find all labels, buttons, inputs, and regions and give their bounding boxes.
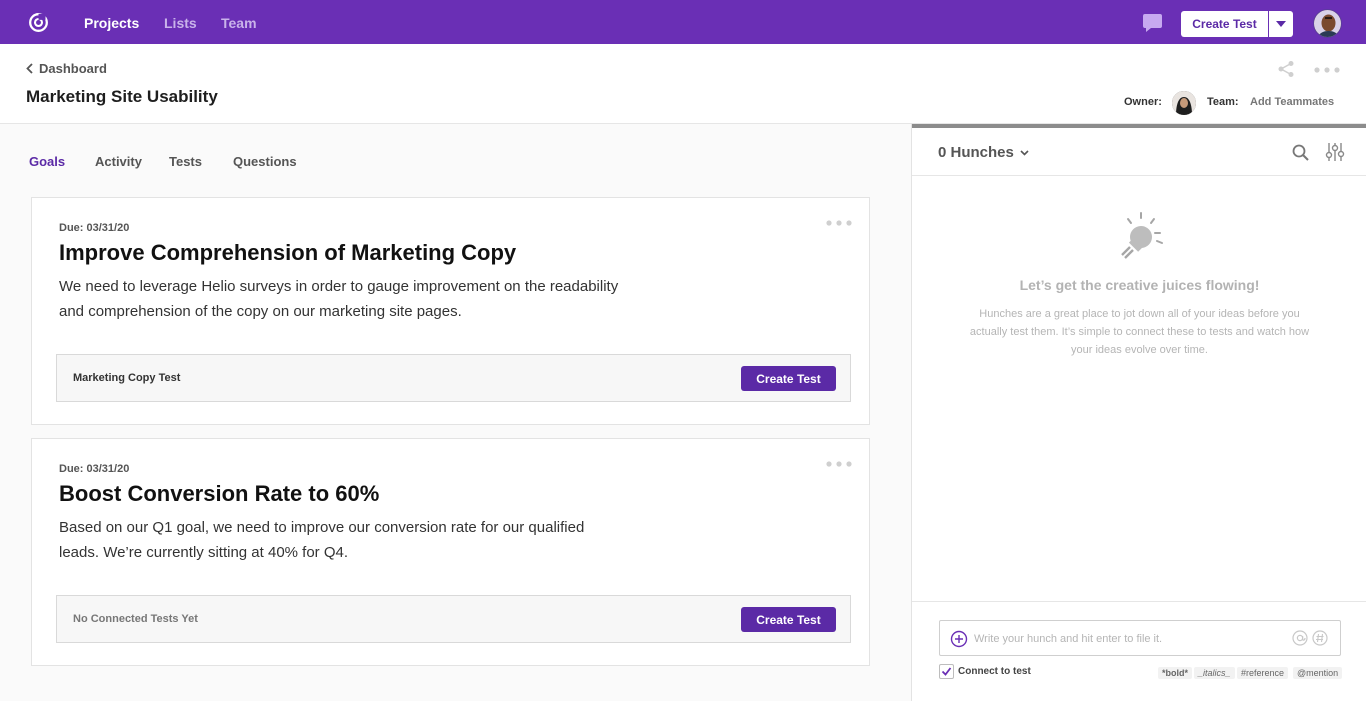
nav-team-link[interactable]: Team (221, 15, 257, 31)
nav-projects-link[interactable]: Projects (84, 15, 139, 31)
checkmark-icon (941, 667, 952, 676)
goal-card: Due: 03/31/20 Boost Conversion Rate to 6… (31, 438, 870, 666)
empty-state-description: Hunches are a great place to jot down al… (969, 308, 1310, 356)
owner-label: Owner: (1124, 96, 1162, 108)
goal-description: Based on our Q1 goal, we need to improve… (59, 519, 585, 561)
goal-title: Boost Conversion Rate to 60% (59, 481, 380, 506)
mention-at-icon[interactable] (1292, 630, 1308, 646)
hunches-header: 0 Hunches (912, 128, 1366, 176)
user-avatar[interactable] (1313, 9, 1342, 38)
top-navigation-bar: Projects Lists Team Create Test (0, 0, 1366, 44)
create-test-button[interactable]: Create Test (741, 366, 836, 391)
share-icon[interactable] (1277, 60, 1295, 78)
hunches-count-label: 0 Hunches (938, 144, 1014, 161)
caret-down-icon (1276, 21, 1286, 27)
create-test-button[interactable]: Create Test (1181, 11, 1268, 37)
hunch-input[interactable] (974, 629, 1284, 649)
tab-questions[interactable]: Questions (233, 154, 297, 169)
back-to-dashboard-link[interactable]: Dashboard (26, 61, 107, 76)
chevron-left-icon (26, 63, 33, 74)
tab-tests[interactable]: Tests (169, 154, 202, 169)
connected-test-row: No Connected Tests Yet Create Test (56, 595, 851, 643)
format-hint-italics: _italics_ (1194, 667, 1235, 679)
composer-divider (912, 601, 1366, 602)
format-hint-bold: *bold* (1158, 667, 1192, 679)
back-link-label: Dashboard (39, 61, 107, 76)
create-test-dropdown-button[interactable] (1269, 11, 1293, 37)
team-label: Team: (1207, 96, 1239, 108)
connect-to-test-checkbox[interactable] (939, 664, 954, 679)
tab-activity[interactable]: Activity (95, 154, 142, 169)
project-header: Dashboard Marketing Site Usability Owner… (0, 44, 1366, 124)
create-test-button[interactable]: Create Test (741, 607, 836, 632)
connected-test-label: No Connected Tests Yet (73, 613, 198, 625)
goal-description: We need to leverage Helio surveys in ord… (59, 278, 619, 320)
page-title: Marketing Site Usability (26, 87, 218, 106)
goal-card: Due: 03/31/20 Improve Comprehension of M… (31, 197, 870, 425)
nav-lists-link[interactable]: Lists (164, 15, 197, 31)
empty-state-title: Let’s get the creative juices flowing! (1019, 277, 1260, 293)
goal-more-options-icon[interactable] (826, 220, 852, 226)
format-hint-mention: @mention (1293, 667, 1343, 679)
goal-more-options-icon[interactable] (826, 461, 852, 467)
format-hint-reference: #reference (1237, 667, 1289, 679)
hunches-panel: 0 Hunches Let’s get the creative juices … (911, 124, 1366, 701)
goal-title: Improve Comprehension of Marketing Copy (59, 240, 517, 265)
goal-due-date: Due: 03/31/20 (59, 222, 130, 234)
lightbulb-icon (1121, 212, 1163, 259)
connected-test-row[interactable]: Marketing Copy Test Create Test (56, 354, 851, 402)
tab-goals[interactable]: Goals (29, 154, 65, 169)
owner-avatar[interactable] (1172, 91, 1196, 115)
connected-test-label: Marketing Copy Test (73, 372, 181, 384)
goal-due-date: Due: 03/31/20 (59, 463, 130, 475)
hunches-count-dropdown[interactable]: 0 Hunches (938, 144, 1029, 161)
filter-sliders-icon[interactable] (1325, 142, 1345, 162)
search-icon[interactable] (1292, 144, 1309, 161)
hashtag-icon[interactable] (1312, 630, 1328, 646)
hunch-composer (939, 620, 1341, 656)
more-options-icon[interactable] (1314, 67, 1340, 73)
add-teammates-link[interactable]: Add Teammates (1250, 96, 1334, 108)
plus-circle-icon[interactable] (950, 630, 968, 648)
connect-to-test-label: Connect to test (958, 666, 1031, 677)
create-test-split-button: Create Test (1181, 11, 1293, 37)
helio-logo-icon[interactable] (28, 12, 49, 33)
chevron-down-icon (1020, 149, 1029, 156)
chat-icon[interactable] (1142, 13, 1163, 33)
